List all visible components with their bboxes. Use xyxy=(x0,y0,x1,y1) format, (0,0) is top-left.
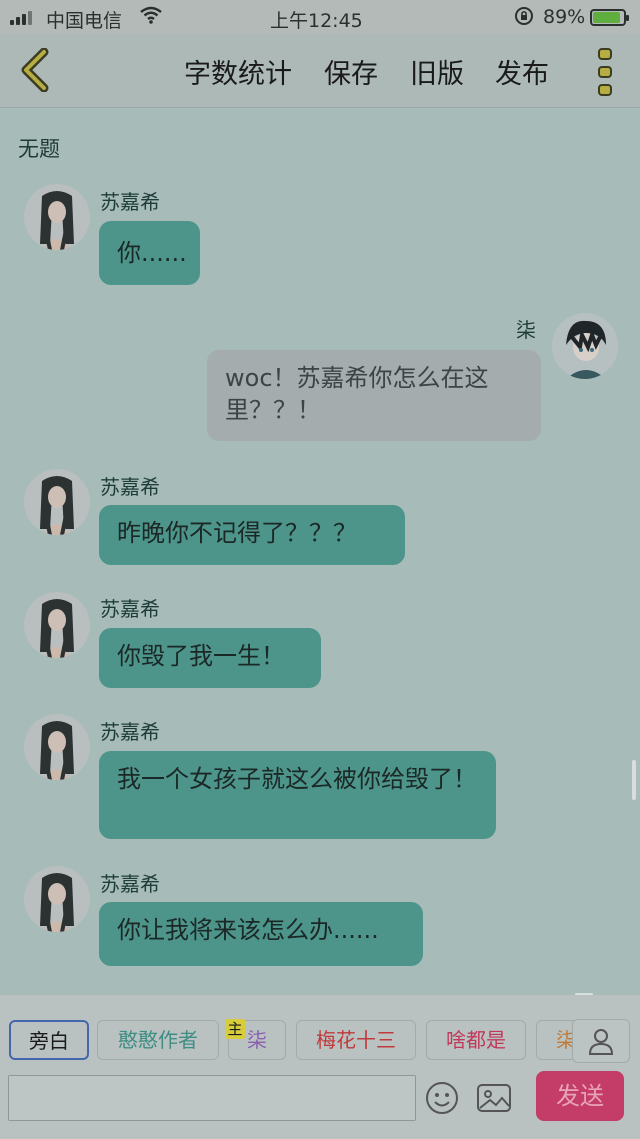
sender-name: 柒 xyxy=(516,318,536,342)
dot-icon xyxy=(598,84,612,96)
battery-percent: 89% xyxy=(543,6,586,28)
message-bubble[interactable]: 你毁了我一生！ xyxy=(99,628,321,688)
sender-name: 苏嘉希 xyxy=(100,597,160,621)
smiley-icon xyxy=(426,1082,458,1114)
role-chip[interactable]: 啥都是 xyxy=(426,1020,526,1060)
carrier-label: 中国电信 xyxy=(46,10,123,32)
role-label: 梅花十三 xyxy=(316,1028,396,1052)
avatar[interactable] xyxy=(24,714,90,780)
scroll-indicator[interactable] xyxy=(632,760,636,800)
role-label: 啥都是 xyxy=(446,1028,506,1052)
old-version-button[interactable]: 旧版 xyxy=(410,52,464,91)
more-options-button[interactable] xyxy=(594,48,616,96)
battery-icon xyxy=(590,9,629,26)
signal-icon xyxy=(10,9,32,25)
status-bar: 中国电信 上午12:45 89% xyxy=(0,0,640,34)
dot-icon xyxy=(598,48,612,60)
avatar[interactable] xyxy=(24,866,90,932)
message-bubble[interactable]: woc！苏嘉希你怎么在这里？？！ xyxy=(207,350,541,441)
send-button[interactable]: 发送 xyxy=(536,1071,624,1121)
sender-name: 苏嘉希 xyxy=(100,872,160,896)
emoji-button[interactable] xyxy=(425,1081,459,1115)
toolbar: 字数统计 保存 旧版 发布 xyxy=(0,34,640,108)
clock: 上午12:45 xyxy=(270,10,363,32)
role-chip[interactable]: 梅花十三 xyxy=(296,1020,416,1060)
back-button[interactable] xyxy=(12,46,56,94)
rotation-lock-icon xyxy=(514,6,534,30)
message-bubble[interactable]: 昨晚你不记得了？？？ xyxy=(99,505,405,565)
publish-button[interactable]: 发布 xyxy=(495,52,549,91)
avatar[interactable] xyxy=(552,313,618,379)
message-bubble[interactable]: 你...... xyxy=(99,221,200,285)
avatar[interactable] xyxy=(24,469,90,535)
message-bubble[interactable]: 我一个女孩子就这么被你给毁了！ xyxy=(99,751,496,839)
role-label: 旁白 xyxy=(29,1029,69,1053)
role-label: 柒 xyxy=(247,1028,267,1052)
chat-title: 无题 xyxy=(18,137,60,161)
sender-name: 苏嘉希 xyxy=(100,475,160,499)
message-bubble[interactable]: 你让我将来该怎么办...... xyxy=(99,902,423,966)
role-chip[interactable]: 憨憨作者 xyxy=(97,1020,219,1060)
save-button[interactable]: 保存 xyxy=(324,52,378,91)
message-input[interactable] xyxy=(8,1075,416,1121)
role-selector: 旁白 憨憨作者 柒 梅花十三 啥都是 柒 xyxy=(0,1017,640,1061)
image-icon xyxy=(477,1084,511,1112)
role-label: 憨憨作者 xyxy=(118,1028,198,1052)
add-role-button[interactable] xyxy=(572,1019,630,1063)
image-button[interactable] xyxy=(476,1081,512,1115)
wifi-icon xyxy=(140,6,162,29)
sender-name: 苏嘉希 xyxy=(100,720,160,744)
sender-name: 苏嘉希 xyxy=(100,190,160,214)
avatar[interactable] xyxy=(24,592,90,658)
person-icon xyxy=(588,1029,614,1055)
dot-icon xyxy=(598,66,612,78)
role-chip[interactable]: 旁白 xyxy=(9,1020,89,1060)
word-count-button[interactable]: 字数统计 xyxy=(184,52,292,91)
avatar[interactable] xyxy=(24,184,90,250)
chevron-left-icon xyxy=(21,48,49,92)
main-role-badge: 主 xyxy=(225,1019,245,1039)
